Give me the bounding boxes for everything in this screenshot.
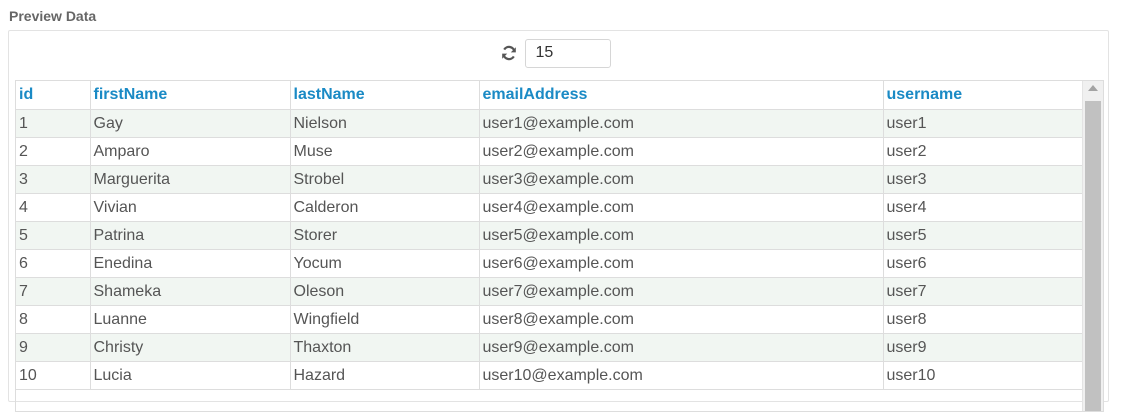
section-title: Preview Data — [9, 8, 97, 24]
cell-email-address: user9@example.com — [479, 333, 884, 362]
cell-email-address: user10@example.com — [479, 361, 884, 390]
cell-first-name: Christy — [90, 333, 291, 362]
cell-email-address: user1@example.com — [479, 109, 884, 138]
cell-id: 3 — [16, 165, 91, 194]
cell-username: user3 — [883, 165, 1083, 194]
cell-email-address: user6@example.com — [479, 249, 884, 278]
cell-username: user7 — [883, 277, 1083, 306]
cell-last-name: Muse — [290, 137, 480, 166]
table-row[interactable]: 2 Amparo Muse user2@example.com user2 — [16, 137, 1083, 166]
table-row[interactable]: 4 Vivian Calderon user4@example.com user4 — [16, 193, 1083, 222]
column-header-username[interactable]: username — [883, 81, 1083, 110]
table-row[interactable]: 7 Shameka Oleson user7@example.com user7 — [16, 277, 1083, 306]
cell-id: 8 — [16, 305, 91, 334]
cell-first-name: Vivian — [90, 193, 291, 222]
cell-email-address: user8@example.com — [479, 305, 884, 334]
scroll-up-arrow-icon[interactable] — [1088, 85, 1098, 91]
cell-username: user1 — [883, 109, 1083, 138]
cell-id: 4 — [16, 193, 91, 222]
cell-id: 6 — [16, 249, 91, 278]
table-row[interactable]: 3 Marguerita Strobel user3@example.com user3 — [16, 165, 1083, 194]
column-header-id[interactable]: id — [16, 81, 91, 110]
cell-username: user9 — [883, 333, 1083, 362]
preview-data-table: id firstName lastName emailAddress username … — [16, 81, 1083, 390]
scrollbar-thumb[interactable] — [1085, 101, 1101, 411]
table-body: 1 Gay Nielson user1@example.com user1 2 Amparo… — [16, 109, 1083, 390]
cell-username: user4 — [883, 193, 1083, 222]
cell-last-name: Storer — [290, 221, 480, 250]
table-row[interactable]: 10 Lucia Hazard user10@example.com user10 — [16, 361, 1083, 390]
cell-last-name: Thaxton — [290, 333, 480, 362]
column-header-lastname[interactable]: lastName — [290, 81, 480, 110]
cell-last-name: Oleson — [290, 277, 480, 306]
table-row[interactable]: 5 Patrina Storer user5@example.com user5 — [16, 221, 1083, 250]
cell-username: user10 — [883, 361, 1083, 390]
rows-count-input[interactable] — [524, 38, 611, 68]
table-row[interactable]: 6 Enedina Yocum user6@example.com user6 — [16, 249, 1083, 278]
cell-username: user6 — [883, 249, 1083, 278]
table-row[interactable]: 9 Christy Thaxton user9@example.com user9 — [16, 333, 1083, 362]
cell-id: 9 — [16, 333, 91, 362]
table-row[interactable]: 1 Gay Nielson user1@example.com user1 — [16, 109, 1083, 138]
cell-email-address: user4@example.com — [479, 193, 884, 222]
cell-id: 5 — [16, 221, 91, 250]
cell-last-name: Calderon — [290, 193, 480, 222]
cell-id: 7 — [16, 277, 91, 306]
cell-email-address: user7@example.com — [479, 277, 884, 306]
cell-first-name: Luanne — [90, 305, 291, 334]
cell-email-address: user3@example.com — [479, 165, 884, 194]
column-header-emailaddress[interactable]: emailAddress — [479, 81, 884, 110]
preview-panel: idfirstNamelastNameemailAddressusername … — [8, 30, 1109, 412]
cell-email-address: user2@example.com — [479, 137, 884, 166]
cell-last-name: Wingfield — [290, 305, 480, 334]
cell-first-name: Gay — [90, 109, 291, 138]
cell-username: user5 — [883, 221, 1083, 250]
cell-first-name: Marguerita — [90, 165, 291, 194]
cell-id: 1 — [16, 109, 91, 138]
cell-first-name: Amparo — [90, 137, 291, 166]
cell-first-name: Shameka — [90, 277, 291, 306]
column-header-firstname[interactable]: firstName — [90, 81, 291, 110]
cell-first-name: Lucia — [90, 361, 291, 390]
table-row[interactable]: 8 Luanne Wingfield user8@example.com user8 — [16, 305, 1083, 334]
data-table-container: id firstName lastName emailAddress username … — [15, 80, 1104, 412]
cell-last-name: Strobel — [290, 165, 480, 194]
cell-first-name: Enedina — [90, 249, 291, 278]
cell-username: user8 — [883, 305, 1083, 334]
refresh-icon[interactable] — [501, 45, 517, 61]
cell-last-name: Yocum — [290, 249, 480, 278]
toolbar — [9, 37, 1108, 69]
cell-last-name: Nielson — [290, 109, 480, 138]
cell-username: user2 — [883, 137, 1083, 166]
table-header-row: id firstName lastName emailAddress username — [16, 81, 1083, 110]
cell-id: 10 — [16, 361, 91, 390]
cell-email-address: user5@example.com — [479, 221, 884, 250]
cell-id: 2 — [16, 137, 91, 166]
vertical-scrollbar[interactable] — [1082, 81, 1103, 411]
cell-last-name: Hazard — [290, 361, 480, 390]
cell-first-name: Patrina — [90, 221, 291, 250]
